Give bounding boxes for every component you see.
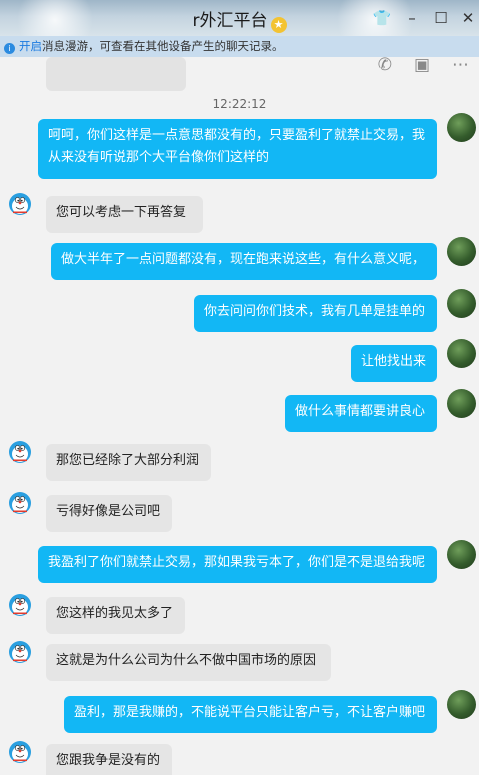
crown-icon: ★: [270, 17, 287, 33]
message-text-line: 这就是为什么公司为什么不做中国市场的原因: [56, 653, 317, 668]
more-icon[interactable]: ⋯: [452, 57, 469, 75]
chat-area[interactable]: ✆ ▣ ⋯ 12:22:12 呵呵，你们这样是一点意思都没有的，只要盈利了就禁止…: [0, 57, 479, 775]
message-text-line: 那您已经除了大部分利润: [56, 453, 200, 468]
my-avatar[interactable]: [447, 289, 476, 318]
incoming-message[interactable]: 您跟我争是没有的: [46, 744, 172, 775]
message-text-line: 您这样的我见太多了: [56, 606, 174, 621]
message-text-line: 您跟我争是没有的: [56, 753, 161, 768]
my-avatar[interactable]: [447, 339, 476, 368]
my-avatar[interactable]: [447, 690, 476, 719]
outgoing-message[interactable]: 盈利，那是我赚的，不能说平台只能让客户亏，不让客户赚吧: [64, 696, 437, 733]
incoming-message[interactable]: 那您已经除了大部分利润: [46, 444, 211, 481]
message-text-line: 做大半年了一点问题都没有，现在跑来说这些，有什么意义呢，: [61, 252, 426, 267]
doraemon-avatar-icon[interactable]: [8, 440, 32, 464]
previous-message-bubble: [46, 57, 186, 91]
info-icon: i: [4, 43, 15, 54]
message-text-line: 从来没有听说那个大平台像你们这样的: [48, 150, 270, 165]
message-text-line: 呵呵，你们这样是一点意思都没有的，只要盈利了就禁止交易，我: [48, 128, 426, 143]
message-text-line: 您可以考虑一下再答复: [56, 205, 187, 220]
incoming-message[interactable]: 您这样的我见太多了: [46, 597, 185, 634]
message-text-line: 盈利，那是我赚的，不能说平台只能让客户亏，不让客户赚吧: [74, 705, 426, 720]
close-icon[interactable]: ✕: [458, 8, 478, 28]
message-text-line: 做什么事情都要讲良心: [295, 404, 426, 419]
doraemon-avatar-icon[interactable]: [8, 740, 32, 764]
doraemon-avatar-icon[interactable]: [8, 640, 32, 664]
message-text-line: 我盈利了你们就禁止交易，那如果我亏本了，你们是不是退给我呢: [48, 555, 426, 570]
incoming-message[interactable]: 您可以考虑一下再答复: [46, 196, 203, 233]
outgoing-message[interactable]: 做什么事情都要讲良心: [285, 395, 437, 432]
incoming-message[interactable]: 亏得好像是公司吧: [46, 495, 172, 532]
message-timestamp: 12:22:12: [212, 97, 267, 111]
incoming-message[interactable]: 这就是为什么公司为什么不做中国市场的原因: [46, 644, 331, 681]
outgoing-message[interactable]: 呵呵，你们这样是一点意思都没有的，只要盈利了就禁止交易，我 从来没有听说那个大平台…: [38, 119, 437, 179]
outgoing-message[interactable]: 让他找出来: [351, 345, 437, 382]
maximize-icon[interactable]: ☐: [431, 8, 451, 28]
minimize-icon[interactable]: –: [402, 8, 422, 28]
phone-icon[interactable]: ✆: [378, 57, 392, 75]
video-icon[interactable]: ▣: [414, 57, 430, 75]
outgoing-message[interactable]: 我盈利了你们就禁止交易，那如果我亏本了，你们是不是退给我呢: [38, 546, 437, 583]
message-text-line: 亏得好像是公司吧: [56, 504, 161, 519]
roaming-notice: i 开启消息漫游，可查看在其他设备产生的聊天记录。: [0, 36, 479, 57]
outgoing-message[interactable]: 你去问问你们技术，我有几单是挂单的: [194, 295, 437, 332]
outgoing-message[interactable]: 做大半年了一点问题都没有，现在跑来说这些，有什么意义呢，: [51, 243, 437, 280]
message-text-line: 你去问问你们技术，我有几单是挂单的: [204, 304, 426, 319]
notice-text: 消息漫游，可查看在其他设备产生的聊天记录。: [42, 39, 284, 53]
chat-toolbar: ✆ ▣ ⋯: [378, 57, 469, 75]
my-avatar[interactable]: [447, 389, 476, 418]
doraemon-avatar-icon[interactable]: [8, 192, 32, 216]
my-avatar[interactable]: [447, 540, 476, 569]
doraemon-avatar-icon[interactable]: [8, 593, 32, 617]
shirt-icon[interactable]: 👕: [372, 8, 392, 28]
enable-roaming-link[interactable]: 开启: [19, 39, 42, 53]
message-text-line: 让他找出来: [361, 354, 427, 369]
my-avatar[interactable]: [447, 237, 476, 266]
title-bar: r外汇平台 ★ 👕 – ☐ ✕: [0, 0, 479, 36]
doraemon-avatar-icon[interactable]: [8, 491, 32, 515]
window-title-text: r外汇平台: [192, 11, 268, 31]
my-avatar[interactable]: [447, 113, 476, 142]
